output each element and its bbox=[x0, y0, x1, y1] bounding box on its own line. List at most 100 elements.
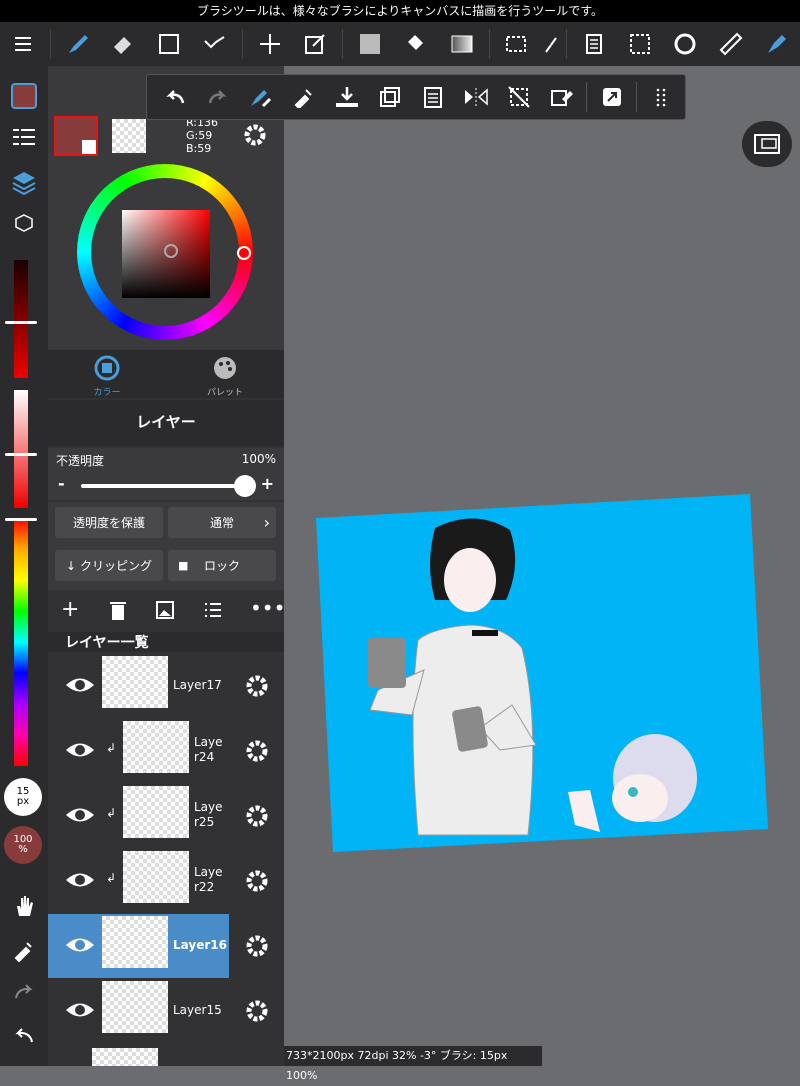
opacity-plus-button[interactable]: + bbox=[261, 474, 274, 493]
eyedropper-icon[interactable] bbox=[282, 75, 325, 119]
more-options-icon[interactable]: ••• bbox=[250, 596, 285, 620]
lock-icon: ■ bbox=[178, 559, 189, 572]
clipping-indicator-icon: ↲ bbox=[106, 806, 117, 820]
layer-settings-gear-icon[interactable] bbox=[244, 868, 270, 894]
hue-ring-handle[interactable] bbox=[237, 246, 251, 260]
hand-icon[interactable] bbox=[0, 886, 48, 926]
clear-layer-icon[interactable] bbox=[540, 75, 583, 119]
saturation-value-square[interactable] bbox=[122, 210, 210, 298]
materials-icon[interactable] bbox=[0, 206, 48, 246]
tab-palette[interactable]: パレット bbox=[166, 350, 284, 398]
navigator-button[interactable] bbox=[742, 121, 792, 167]
hue-slider-handle[interactable] bbox=[5, 518, 37, 521]
brush-size-unit: px bbox=[16, 796, 30, 807]
add-layer-icon[interactable]: + bbox=[61, 597, 79, 622]
vector-icon[interactable] bbox=[192, 22, 238, 66]
floating-tool-palette bbox=[146, 74, 686, 120]
palette-grip-icon[interactable] bbox=[640, 75, 683, 119]
layer-row-layer16[interactable]: Layer16 bbox=[48, 914, 284, 978]
redo-icon[interactable] bbox=[196, 75, 239, 119]
blend-mode-label: 通常 bbox=[209, 516, 234, 530]
layers-icon[interactable] bbox=[0, 162, 48, 202]
select-pen-icon[interactable] bbox=[539, 22, 562, 66]
layer-settings-gear-icon[interactable] bbox=[244, 738, 270, 764]
saturation-slider[interactable] bbox=[14, 390, 28, 508]
layer-list-icon[interactable] bbox=[0, 118, 48, 158]
opacity-minus-button[interactable]: - bbox=[58, 474, 65, 493]
menu-icon[interactable] bbox=[0, 22, 46, 66]
opacity-slider-handle[interactable] bbox=[234, 475, 256, 497]
main-color-swatch[interactable] bbox=[54, 116, 98, 156]
canvas[interactable] bbox=[300, 480, 780, 860]
saturation-slider-handle[interactable] bbox=[5, 453, 37, 456]
move-icon[interactable] bbox=[247, 22, 293, 66]
flip-horizontal-icon[interactable] bbox=[454, 75, 497, 119]
gradient-icon[interactable] bbox=[439, 22, 485, 66]
external-link-icon[interactable] bbox=[590, 75, 633, 119]
rectangle-icon[interactable] bbox=[146, 22, 192, 66]
brush-eraser-icon[interactable] bbox=[239, 75, 282, 119]
pen-tool-icon[interactable] bbox=[754, 22, 800, 66]
layer-settings-gear-icon[interactable] bbox=[244, 933, 270, 959]
layer-row-layer22[interactable]: ↲ Layer22 bbox=[48, 849, 284, 913]
visibility-eye-icon[interactable] bbox=[64, 739, 96, 761]
undo-icon[interactable] bbox=[153, 75, 196, 119]
hue-slider[interactable] bbox=[14, 518, 28, 766]
select-dotted-icon[interactable] bbox=[617, 22, 663, 66]
eraser-icon[interactable] bbox=[100, 22, 146, 66]
palette-divider bbox=[636, 82, 637, 112]
bucket-icon[interactable] bbox=[393, 22, 439, 66]
paste-icon[interactable] bbox=[411, 75, 454, 119]
opacity-slider[interactable] bbox=[81, 475, 256, 497]
chevron-right-icon: › bbox=[263, 513, 270, 532]
deselect-icon[interactable] bbox=[497, 75, 540, 119]
visibility-eye-icon[interactable] bbox=[64, 674, 96, 696]
undo-icon[interactable] bbox=[0, 1016, 48, 1056]
layer-list-icon[interactable] bbox=[204, 602, 222, 618]
transform-icon[interactable] bbox=[293, 22, 339, 66]
visibility-eye-icon[interactable] bbox=[64, 869, 96, 891]
layer-image-icon[interactable] bbox=[156, 601, 174, 619]
duplicate-icon[interactable] bbox=[368, 75, 411, 119]
layer-settings-gear-icon[interactable] bbox=[244, 673, 270, 699]
clipping-indicator-icon: ↲ bbox=[106, 871, 117, 885]
fill-color-icon[interactable] bbox=[347, 22, 393, 66]
sv-handle[interactable] bbox=[164, 244, 178, 258]
brush-size-badge[interactable]: 15 px bbox=[4, 778, 42, 816]
protect-alpha-button[interactable]: 透明度を保護 bbox=[55, 507, 163, 538]
layer-row-layer24[interactable]: ↲ Layer24 bbox=[48, 719, 284, 783]
layer-row-layer25[interactable]: ↲ Layer25 bbox=[48, 784, 284, 848]
save-download-icon[interactable] bbox=[325, 75, 368, 119]
visibility-eye-icon[interactable] bbox=[64, 999, 96, 1021]
tab-color[interactable]: カラー bbox=[48, 350, 166, 398]
eyedropper-icon[interactable] bbox=[0, 930, 48, 970]
brush-opacity-badge[interactable]: 100 % bbox=[4, 826, 42, 864]
current-color-swatch[interactable] bbox=[0, 76, 48, 116]
brush-icon[interactable] bbox=[55, 22, 101, 66]
blend-mode-button[interactable]: 通常 › bbox=[168, 507, 276, 538]
select-rect-icon[interactable] bbox=[493, 22, 539, 66]
rotate-canvas-icon[interactable] bbox=[663, 22, 709, 66]
canvas-info-bar: 733*2100px 72dpi 32% -3° ブラシ: 15px 100% bbox=[284, 1046, 542, 1082]
tab-color-label: カラー bbox=[93, 388, 121, 398]
color-settings-gear-icon[interactable] bbox=[242, 122, 268, 152]
delete-layer-icon[interactable] bbox=[109, 601, 127, 621]
visibility-eye-icon[interactable] bbox=[64, 804, 96, 826]
layer-row-layer17[interactable]: Layer17 bbox=[48, 654, 284, 718]
layer-settings-gear-icon[interactable] bbox=[244, 803, 270, 829]
layer-row-layer15[interactable]: Layer15 bbox=[48, 979, 284, 1043]
layer-settings-gear-icon[interactable] bbox=[244, 998, 270, 1024]
face-right bbox=[612, 774, 668, 822]
sub-color-swatch[interactable] bbox=[112, 119, 146, 153]
redo-icon[interactable] bbox=[0, 972, 48, 1012]
toolbar-divider bbox=[342, 29, 344, 59]
lock-button[interactable]: ■ ロック bbox=[168, 550, 276, 581]
brightness-slider-handle[interactable] bbox=[5, 321, 37, 324]
ruler-icon[interactable] bbox=[708, 22, 754, 66]
clipping-label: クリッピング bbox=[80, 559, 153, 573]
visibility-eye-icon[interactable] bbox=[64, 934, 96, 956]
choker bbox=[472, 630, 498, 636]
clipping-button[interactable]: ↓ クリッピング bbox=[55, 550, 163, 581]
brightness-slider[interactable] bbox=[14, 260, 28, 378]
paste-icon[interactable] bbox=[571, 22, 617, 66]
